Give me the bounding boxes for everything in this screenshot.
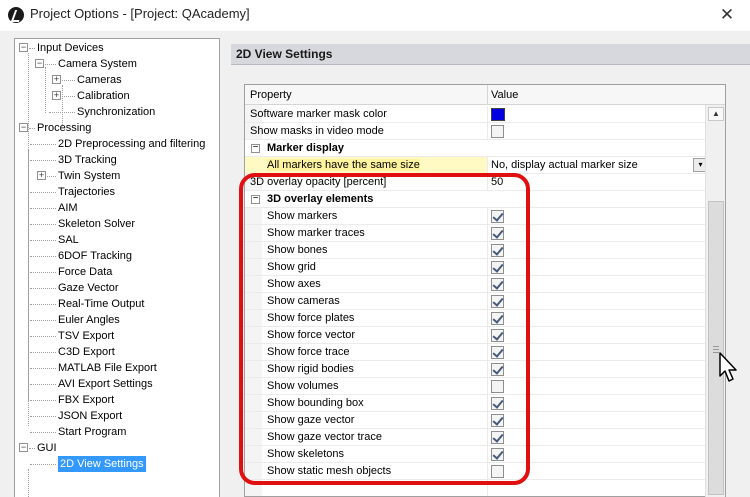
tree-item-label: Gaze Vector xyxy=(58,282,119,294)
tree-item-label: C3D Export xyxy=(58,346,115,358)
tree-item-label: Camera System xyxy=(58,58,137,70)
property-name: Software marker mask color xyxy=(250,108,387,120)
expand-icon[interactable]: + xyxy=(37,171,46,180)
title-bar: Project Options - [Project: QAcademy] ✕ xyxy=(0,0,750,31)
tree-item-label: Real-Time Output xyxy=(58,298,145,310)
tree-item[interactable]: AVI Export Settings xyxy=(15,376,219,392)
tree-item[interactable]: 2D Preprocessing and filtering xyxy=(15,136,219,152)
property-row[interactable]: All markers have the same size No, displa… xyxy=(245,157,711,174)
color-swatch[interactable] xyxy=(491,108,505,121)
tree-item-label: Synchronization xyxy=(77,106,156,118)
property-name: Show masks in video mode xyxy=(250,125,384,137)
collapse-icon[interactable]: − xyxy=(19,43,28,52)
tree-item-label: Skeleton Solver xyxy=(58,218,136,230)
property-row[interactable]: Show masks in video mode xyxy=(245,123,711,140)
tree-item-label: 6DOF Tracking xyxy=(58,250,132,262)
tree-item-label: FBX Export xyxy=(58,394,115,406)
tree-item-label: TSV Export xyxy=(58,330,115,342)
property-category[interactable]: − Marker display xyxy=(245,140,711,157)
collapse-icon[interactable]: − xyxy=(35,59,44,68)
tree-item-label: Calibration xyxy=(77,90,130,102)
collapse-icon[interactable]: − xyxy=(19,123,28,132)
page-title: 2D View Settings xyxy=(236,47,333,61)
collapse-icon[interactable]: − xyxy=(19,443,28,452)
tree-item-label: MATLAB File Export xyxy=(58,362,157,374)
expand-icon[interactable]: + xyxy=(52,91,61,100)
tree-item-label: JSON Export xyxy=(58,410,123,422)
tree-item-label: AVI Export Settings xyxy=(58,378,153,390)
tree-item[interactable]: Skeleton Solver xyxy=(15,216,219,232)
grid-header: Property Value xyxy=(245,85,725,105)
scroll-thumb[interactable] xyxy=(708,201,724,495)
tree-item-label: 2D View Settings xyxy=(58,456,146,472)
tree-item[interactable]: Real-Time Output xyxy=(15,296,219,312)
tree-item-label: Cameras xyxy=(77,74,122,86)
tree-item[interactable]: − Processing xyxy=(15,120,219,136)
tree-item[interactable]: Gaze Vector xyxy=(15,280,219,296)
tree-item[interactable]: FBX Export xyxy=(15,392,219,408)
property-name: All markers have the same size xyxy=(267,159,420,171)
tree-item-label: AIM xyxy=(58,202,78,214)
column-header-property: Property xyxy=(250,89,292,101)
options-tree[interactable]: − Input Devices − Camera System + Cameras + Cal… xyxy=(14,38,220,497)
tree-item-label: Twin System xyxy=(58,170,121,182)
tree-item-label: Processing xyxy=(37,122,92,134)
tree-item[interactable]: + Twin System xyxy=(15,168,219,184)
window-title: Project Options - [Project: QAcademy] xyxy=(30,6,250,21)
checkbox[interactable] xyxy=(491,125,504,138)
tree-item[interactable]: Euler Angles xyxy=(15,312,219,328)
collapse-icon[interactable]: − xyxy=(251,143,260,153)
tree-item[interactable]: + Calibration xyxy=(15,88,219,104)
panel-header: 2D View Settings xyxy=(231,44,750,65)
property-value[interactable]: No, display actual marker size xyxy=(491,159,638,171)
tree-item[interactable]: + Cameras xyxy=(15,72,219,88)
tree-item[interactable]: C3D Export xyxy=(15,344,219,360)
tree-item[interactable]: Trajectories xyxy=(15,184,219,200)
tree-item-label: Trajectories xyxy=(58,186,116,198)
property-name: Marker display xyxy=(267,142,345,154)
mouse-cursor-icon xyxy=(719,352,737,382)
tree-item-label: GUI xyxy=(37,442,57,454)
tree-item-label: SAL xyxy=(58,234,79,246)
property-row[interactable]: Software marker mask color xyxy=(245,106,711,123)
tree-item[interactable]: SAL xyxy=(15,232,219,248)
tree-item[interactable]: − Input Devices xyxy=(15,40,219,56)
scroll-up-button[interactable]: ▲ xyxy=(708,107,724,121)
tree-item-label: Force Data xyxy=(58,266,113,278)
tree-item[interactable]: Force Data xyxy=(15,264,219,280)
tree-item[interactable]: Start Program xyxy=(15,424,219,440)
tree-item[interactable]: 3D Tracking xyxy=(15,152,219,168)
tree-item-label: Start Program xyxy=(58,426,127,438)
tree-item[interactable]: − GUI xyxy=(15,440,219,456)
tree-item[interactable]: AIM xyxy=(15,200,219,216)
tree-item-label: 3D Tracking xyxy=(58,154,117,166)
tree-item[interactable]: MATLAB File Export xyxy=(15,360,219,376)
tree-item[interactable]: 6DOF Tracking xyxy=(15,248,219,264)
tree-item-label: Input Devices xyxy=(37,42,104,54)
column-header-value: Value xyxy=(491,89,519,101)
close-button[interactable]: ✕ xyxy=(716,4,738,26)
tree-item[interactable]: TSV Export xyxy=(15,328,219,344)
qtm-logo-icon xyxy=(8,7,24,23)
tree-item-label: Euler Angles xyxy=(58,314,120,326)
tree-item[interactable]: 2D View Settings xyxy=(15,456,219,472)
annotation-highlight xyxy=(239,173,530,485)
tree-item[interactable]: − Camera System xyxy=(15,56,219,72)
vertical-scrollbar[interactable]: ▲ xyxy=(705,105,725,497)
tree-item[interactable]: Synchronization xyxy=(15,104,219,120)
expand-icon[interactable]: + xyxy=(52,75,61,84)
tree-item[interactable]: JSON Export xyxy=(15,408,219,424)
tree-item-label: 2D Preprocessing and filtering xyxy=(58,138,206,150)
